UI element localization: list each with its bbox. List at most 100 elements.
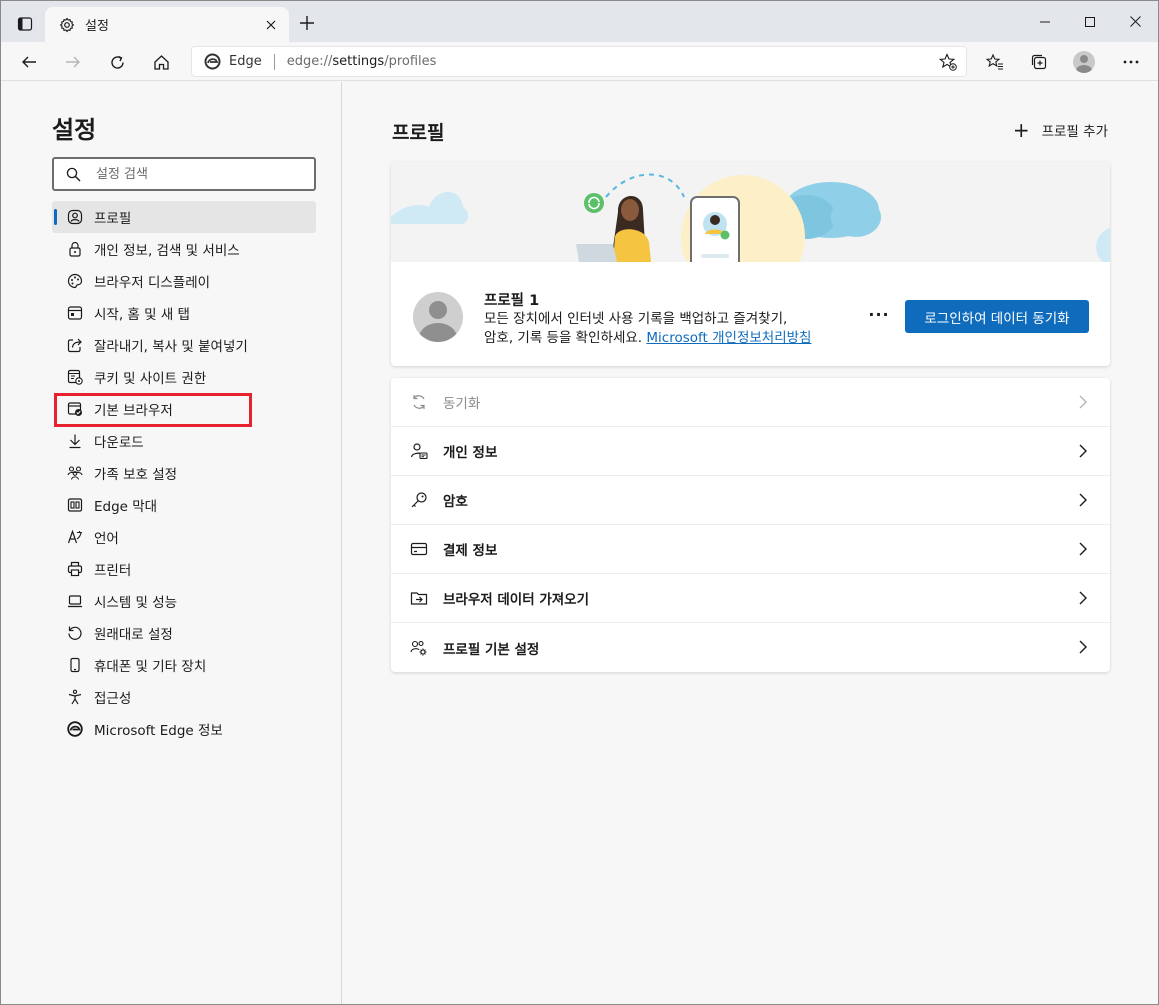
forward-button[interactable]	[57, 46, 89, 78]
minimize-button[interactable]	[1022, 1, 1068, 42]
url-text: edge://settings/profiles	[287, 54, 437, 69]
gear-icon	[59, 17, 75, 32]
close-window-button[interactable]	[1112, 1, 1158, 42]
edge-bar-icon	[66, 496, 84, 514]
chevron-right-icon	[1074, 442, 1092, 460]
sidebar-item-label: 시스템 및 성능	[94, 595, 178, 611]
settings-row-label: 동기화	[443, 396, 481, 412]
sidebar-item-cookies[interactable]: 쿠키 및 사이트 권한	[52, 361, 316, 393]
page-title: 프로필	[392, 122, 445, 144]
chevron-right-icon	[1074, 393, 1092, 411]
sidebar-item-label: 시작, 홈 및 새 탭	[94, 307, 190, 323]
maximize-button[interactable]	[1067, 1, 1113, 42]
back-button[interactable]	[13, 46, 45, 78]
sidebar-item-label: 개인 정보, 검색 및 서비스	[94, 243, 240, 259]
settings-more-button[interactable]	[1115, 46, 1147, 78]
sidebar-item-label: 접근성	[94, 691, 132, 707]
sync-icon	[409, 392, 429, 412]
chevron-right-icon	[1074, 638, 1092, 656]
sidebar-item-phone[interactable]: 휴대폰 및 기타 장치	[52, 649, 316, 681]
sidebar-item-label: 다운로드	[94, 435, 144, 451]
settings-row-label: 결제 정보	[443, 543, 498, 559]
favorites-button[interactable]	[979, 46, 1011, 78]
home-window-icon	[66, 304, 84, 322]
settings-row-payment-info[interactable]: 결제 정보	[391, 525, 1110, 574]
browser-window: 설정 Edge edge://settings/profiles 설정 설정 검…	[0, 0, 1159, 1005]
address-toolbar: Edge edge://settings/profiles	[1, 42, 1158, 81]
profile-desc-line2: 암호, 기록 등을 확인하세요.	[484, 330, 643, 346]
laptop-icon	[66, 592, 84, 610]
settings-sidebar: 설정 프로필 개인 정보, 검색 및 서비스 브라우저 디스플레이 시작,	[1, 82, 342, 1004]
profile-button[interactable]	[1068, 46, 1100, 78]
settings-row-profile-preferences[interactable]: 프로필 기본 설정	[391, 623, 1110, 672]
privacy-link[interactable]: Microsoft 개인정보처리방침	[646, 330, 811, 346]
tab-title: 설정	[85, 19, 109, 34]
sidebar-item-printers[interactable]: 프린터	[52, 553, 316, 585]
sidebar-item-about[interactable]: Microsoft Edge 정보	[52, 713, 316, 745]
tab-actions-button[interactable]	[9, 9, 41, 39]
title-bar: 설정	[1, 1, 1158, 42]
settings-row-label: 프로필 기본 설정	[443, 641, 540, 658]
settings-row-sync[interactable]: 동기화	[391, 378, 1110, 427]
family-icon	[66, 464, 84, 482]
sidebar-item-start-home[interactable]: 시작, 홈 및 새 탭	[52, 297, 316, 329]
profile-more-button[interactable]: ···	[867, 302, 891, 326]
settings-search-box[interactable]	[52, 157, 316, 191]
profile-description: 모든 장치에서 인터넷 사용 기록을 백업하고 즐겨찾기, 암호, 기록 등을 …	[484, 310, 864, 348]
refresh-button[interactable]	[101, 46, 133, 78]
sidebar-item-privacy[interactable]: 개인 정보, 검색 및 서비스	[52, 233, 316, 265]
site-chip[interactable]: Edge	[204, 53, 262, 70]
home-icon	[153, 54, 169, 70]
personal-info-icon	[409, 441, 429, 461]
settings-row-import-data[interactable]: 브라우저 데이터 가져오기	[391, 574, 1110, 623]
new-tab-button[interactable]	[295, 11, 319, 35]
phone-icon	[66, 656, 84, 674]
home-button[interactable]	[145, 46, 177, 78]
search-icon	[66, 166, 82, 182]
profile-card: 프로필 1 모든 장치에서 인터넷 사용 기록을 백업하고 즐겨찾기, 암호, …	[391, 162, 1110, 366]
url-host: settings	[332, 54, 385, 69]
printer-icon	[66, 560, 84, 578]
sidebar-item-languages[interactable]: 언어	[52, 521, 316, 553]
sidebar-item-accessibility[interactable]: 접근성	[52, 681, 316, 713]
sidebar-item-label: 원래대로 설정	[94, 627, 173, 643]
sidebar-item-system[interactable]: 시스템 및 성능	[52, 585, 316, 617]
sidebar-item-edge-bar[interactable]: Edge 막대	[52, 489, 316, 521]
sidebar-item-reset[interactable]: 원래대로 설정	[52, 617, 316, 649]
settings-row-label: 브라우저 데이터 가져오기	[443, 592, 590, 608]
tab-settings[interactable]: 설정	[45, 7, 289, 42]
sidebar-item-share-copy-paste[interactable]: 잘라내기, 복사 및 붙여넣기	[52, 329, 316, 361]
settings-row-personal-info[interactable]: 개인 정보	[391, 427, 1110, 476]
settings-row-passwords[interactable]: 암호	[391, 476, 1110, 525]
search-input[interactable]	[96, 166, 296, 182]
sidebar-item-profile[interactable]: 프로필	[52, 201, 316, 233]
sidebar-item-downloads[interactable]: 다운로드	[52, 425, 316, 457]
refresh-icon	[110, 55, 124, 69]
plus-icon: +	[1012, 118, 1030, 142]
sidebar-item-label: 휴대폰 및 기타 장치	[94, 659, 207, 675]
profile-banner-illustration	[391, 162, 1110, 262]
sidebar-item-label: 프린터	[94, 563, 132, 579]
collections-button[interactable]	[1023, 46, 1055, 78]
sidebar-item-label: 언어	[94, 531, 119, 547]
add-profile-button[interactable]: + 프로필 추가	[1013, 120, 1108, 140]
favorites-icon	[986, 53, 1003, 70]
sign-in-sync-button[interactable]: 로그인하여 데이터 동기화	[905, 300, 1089, 333]
avatar	[413, 292, 463, 342]
add-favorite-button[interactable]	[938, 52, 958, 72]
close-icon	[1129, 16, 1141, 27]
sidebar-item-family[interactable]: 가족 보호 설정	[52, 457, 316, 489]
maximize-icon	[1085, 16, 1095, 27]
address-bar[interactable]: Edge edge://settings/profiles	[191, 46, 967, 77]
site-chip-label: Edge	[229, 54, 262, 69]
sidebar-item-label: 브라우저 디스플레이	[94, 275, 211, 291]
edge-logo-icon	[204, 53, 221, 70]
sidebar-item-label: Microsoft Edge 정보	[94, 723, 223, 739]
language-icon	[66, 528, 84, 546]
address-separator	[273, 53, 275, 70]
key-icon	[409, 490, 429, 510]
more-icon	[1123, 60, 1139, 64]
sidebar-item-appearance[interactable]: 브라우저 디스플레이	[52, 265, 316, 297]
sidebar-item-label: Edge 막대	[94, 499, 158, 515]
tab-close-button[interactable]	[261, 15, 281, 35]
